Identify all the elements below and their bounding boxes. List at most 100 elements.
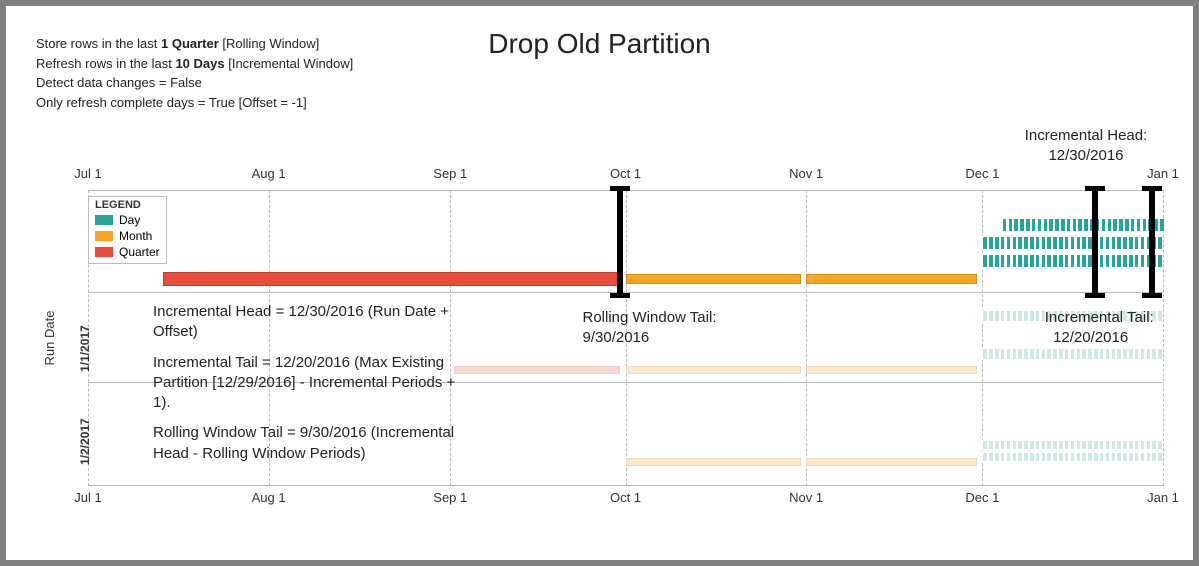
day-block [994,440,1000,450]
day-block [1072,218,1078,232]
x-axis-bottom: Jul 1 Aug 1 Sep 1 Oct 1 Nov 1 Dec 1 Jan … [88,486,1163,510]
day-block [1146,348,1152,360]
day-block [1151,440,1157,450]
day-block [1012,452,1018,462]
day-block [1111,452,1117,462]
day-block [1058,440,1064,450]
day-block [1107,218,1113,232]
tick: Jan 1 [1147,490,1179,505]
day-block [1023,348,1029,360]
page-title: Drop Old Partition [6,28,1193,60]
day-block [1093,348,1099,360]
tick: Nov 1 [789,166,823,181]
label: Quarter [119,245,160,259]
day-block [1037,218,1043,232]
day-block [1002,218,1008,232]
day-block [1157,236,1163,250]
incremental-head-annotation: Incremental Head: 12/30/2016 [1006,126,1166,165]
tick: Jan 1 [1147,166,1179,181]
day-block [982,452,988,462]
day-block [1035,452,1041,462]
day-block [994,310,1000,322]
day-block [982,348,988,360]
day-block [1023,440,1029,450]
day-block [1105,254,1111,268]
y-axis-title: Run Date [42,311,57,366]
chart-area: Run Date Jul 1 Aug 1 Sep 1 Oct 1 Nov 1 D… [36,166,1163,510]
day-block [1070,452,1076,462]
day-block [1017,440,1023,450]
day-block [1128,236,1134,250]
day-block [1052,236,1058,250]
row-label: 1/2/2017 [78,418,92,465]
day-block [1000,254,1006,268]
day-block [1099,452,1105,462]
day-block [1017,348,1023,360]
tick: Aug 1 [252,490,286,505]
day-block [1081,254,1087,268]
calc-line: Rolling Window Tail = 9/30/2016 (Increme… [153,423,463,464]
day-block [1111,236,1117,250]
day-block [1006,254,1012,268]
month-bar [806,274,977,284]
incremental-tail-marker [1092,186,1098,298]
day-block [1058,348,1064,360]
day-block [1142,218,1148,232]
calc-line: Incremental Tail = 12/20/2016 (Max Exist… [153,353,463,414]
legend: LEGEND Day Month Quarter [88,196,167,264]
day-block [1008,218,1014,232]
day-block [1023,452,1029,462]
day-block [1140,440,1146,450]
day-block [1112,218,1118,232]
day-block [1151,452,1157,462]
day-block [1077,218,1083,232]
day-block [1006,452,1012,462]
day-block [1157,452,1163,462]
day-block [1070,440,1076,450]
tick: Jul 1 [74,490,101,505]
day-block [1116,254,1122,268]
tick: Jul 1 [74,166,101,181]
incremental-head-marker [1149,186,1155,298]
day-block [1140,452,1146,462]
day-block [1070,236,1076,250]
day-block [1087,452,1093,462]
legend-item-quarter: Quarter [95,245,160,259]
label: Incremental Head: [1025,127,1148,144]
legend-item-day: Day [95,213,160,227]
day-block [1006,236,1012,250]
day-block [1140,236,1146,250]
month-bar-faded [806,458,977,466]
day-block [1000,310,1006,322]
day-block [1081,440,1087,450]
day-block [988,452,994,462]
day-block [1093,440,1099,450]
day-block [1157,254,1163,268]
day-block [1122,440,1128,450]
day-block [988,254,994,268]
rolling-tail-annotation: Rolling Window Tail: 9/30/2016 [583,308,717,347]
day-block [1035,348,1041,360]
day-block [1076,440,1082,450]
day-block [988,236,994,250]
day-block [1111,254,1117,268]
day-block [1017,236,1023,250]
tick: Oct 1 [610,490,641,505]
day-block [1146,440,1152,450]
day-block [1076,254,1082,268]
day-block [1130,218,1136,232]
day-block [1076,348,1082,360]
day-block [1000,452,1006,462]
config-line-4: Only refresh complete days = True [Offse… [36,93,353,113]
day-block [1000,348,1006,360]
day-block [1099,348,1105,360]
day-block [1093,452,1099,462]
month-bar-faded [626,366,801,374]
day-block [1029,348,1035,360]
legend-item-month: Month [95,229,160,243]
day-block [1058,236,1064,250]
tick: Sep 1 [433,166,467,181]
day-block [1023,310,1029,322]
day-block [1041,236,1047,250]
day-block [1012,348,1018,360]
